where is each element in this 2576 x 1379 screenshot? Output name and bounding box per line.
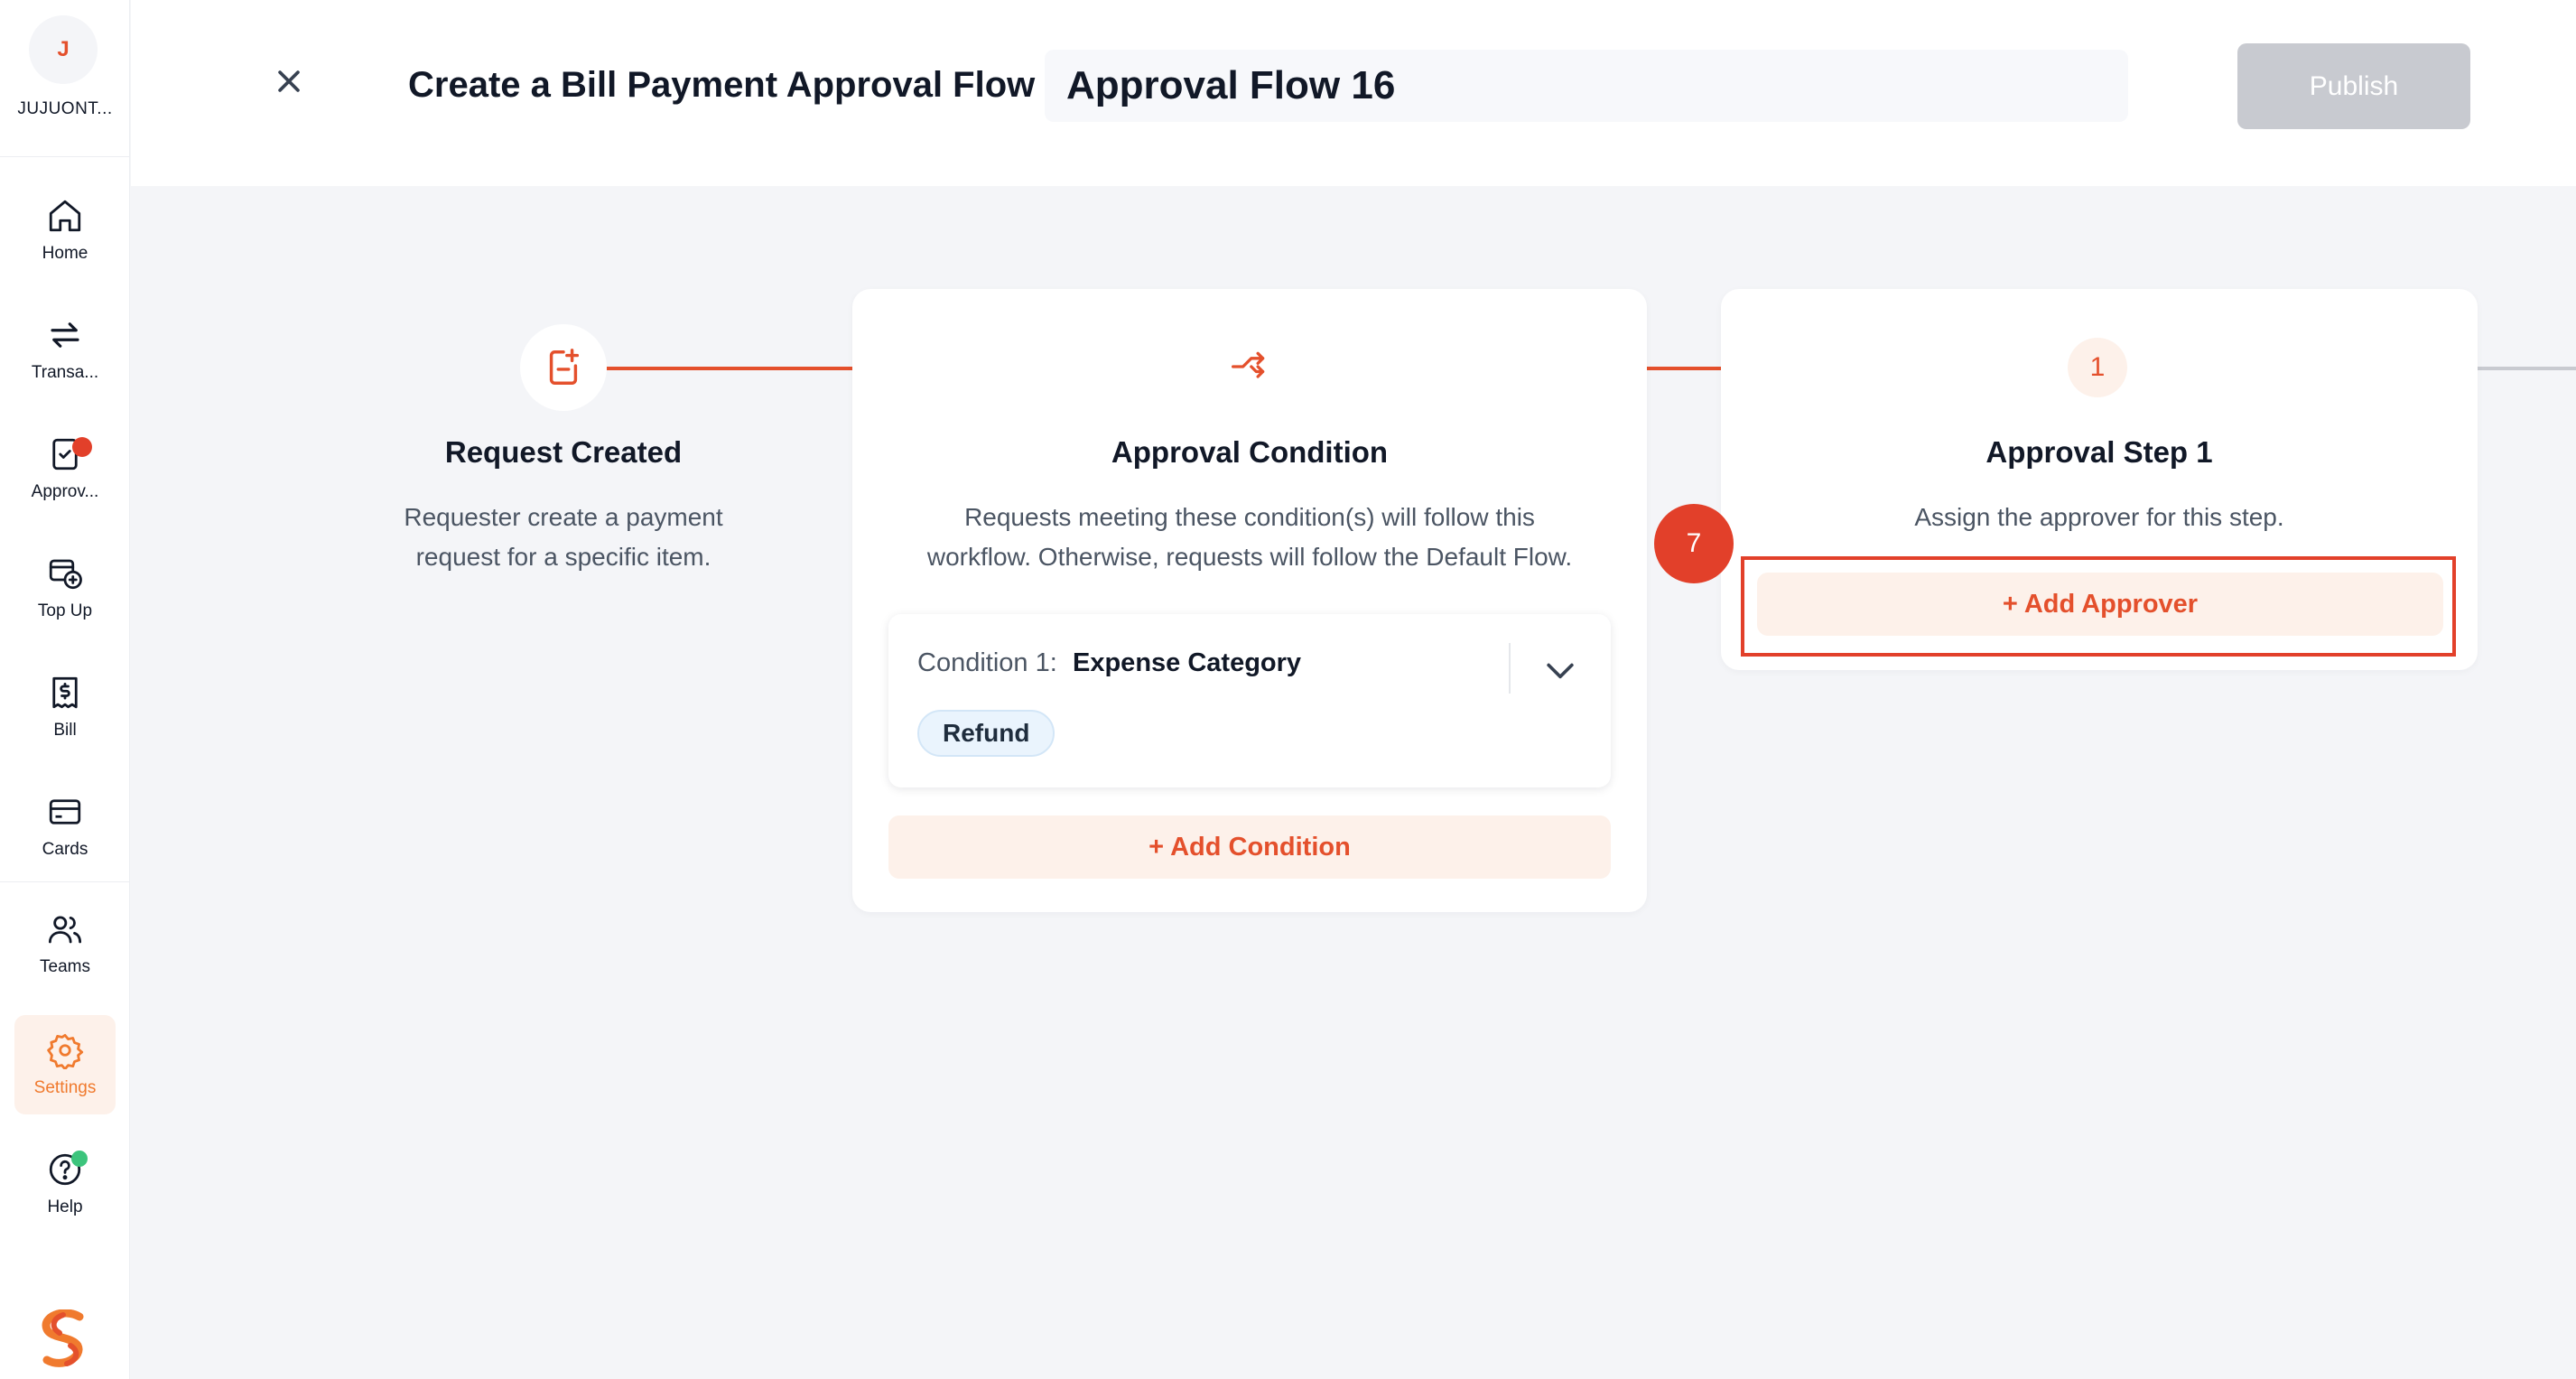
top-up-icon: [49, 559, 82, 590]
description-line: Requests meeting these condition(s) will…: [964, 503, 1535, 531]
sidebar-item-cards[interactable]: Cards: [14, 777, 116, 876]
sidebar-item-label: Teams: [40, 957, 90, 976]
transfer-arrows-icon: [51, 322, 79, 348]
status-dot: [71, 1151, 88, 1167]
sidebar-item-bill[interactable]: Bill: [14, 657, 116, 757]
sidebar-item-top-up[interactable]: Top Up: [14, 538, 116, 638]
request-created-icon-circle: [520, 324, 607, 411]
connector-line: [2478, 367, 2576, 370]
brand-logo-icon[interactable]: [36, 1309, 90, 1369]
sidebar-item-label: Bill: [53, 721, 77, 740]
page-header: Create a Bill Payment Approval Flow Publ…: [131, 0, 2576, 186]
card-icon: [49, 799, 81, 825]
request-created-description: Requester create a payment request for a…: [361, 498, 766, 577]
description-line: request for a specific item.: [415, 543, 711, 571]
condition-divider: [1509, 643, 1511, 694]
account-name: JUJUONT...: [17, 99, 113, 118]
sidebar: J JUJUONT... Home Transa... Approv... To…: [0, 0, 130, 1379]
teams-icon: [48, 916, 82, 944]
condition-row[interactable]: Condition 1: Expense Category Refund: [888, 614, 1611, 787]
add-approver-button[interactable]: + Add Approver: [1757, 573, 2443, 636]
close-icon: [278, 70, 300, 92]
sidebar-item-label: Approv...: [31, 482, 99, 501]
sidebar-item-label: Settings: [33, 1078, 97, 1097]
sidebar-item-label: Top Up: [37, 601, 93, 620]
condition-label: Condition 1:: [917, 648, 1057, 677]
home-icon: [49, 200, 81, 232]
step-marker: 7: [1654, 504, 1734, 583]
approval-step-title: Approval Step 1: [1985, 435, 2213, 469]
close-button[interactable]: [271, 63, 307, 99]
description-line: workflow. Otherwise, requests will follo…: [926, 543, 1573, 571]
approval-step-description: Assign the approver for this step.: [1914, 503, 2284, 531]
condition-value-chip[interactable]: Refund: [917, 710, 1056, 757]
sidebar-item-approvals[interactable]: Approv...: [14, 419, 116, 518]
connector-line: [607, 367, 852, 370]
sidebar-item-teams[interactable]: Teams: [14, 894, 116, 993]
flow-name-input[interactable]: [1045, 50, 2128, 122]
sidebar-item-label: Help: [47, 1197, 83, 1216]
approval-condition-description: Requests meeting these condition(s) will…: [870, 498, 1629, 577]
description-line: Requester create a payment: [404, 503, 723, 531]
sidebar-divider: [0, 881, 130, 882]
request-created-title: Request Created: [444, 435, 683, 469]
sidebar-item-label: Cards: [42, 840, 88, 859]
connector-line: [1647, 367, 1721, 370]
sidebar-item-help[interactable]: Help: [14, 1134, 116, 1234]
chevron-down-icon[interactable]: [1540, 650, 1580, 690]
step-number-badge: 1: [2068, 338, 2127, 397]
approval-condition-title: Approval Condition: [1111, 435, 1389, 469]
bill-receipt-icon: [52, 676, 78, 709]
sidebar-item-label: Home: [42, 244, 88, 263]
gear-icon: [47, 1033, 84, 1069]
notification-dot: [72, 437, 92, 457]
sidebar-item-settings[interactable]: Settings: [14, 1015, 116, 1114]
sidebar-item-home[interactable]: Home: [14, 181, 116, 280]
account-avatar[interactable]: J: [29, 15, 98, 84]
sidebar-item-label: Transa...: [31, 363, 99, 382]
condition-field: Expense Category: [1073, 648, 1302, 677]
branch-arrows-icon: [1232, 351, 1265, 378]
add-condition-button[interactable]: + Add Condition: [888, 815, 1611, 879]
add-document-icon: [549, 349, 580, 385]
publish-button[interactable]: Publish: [2237, 43, 2470, 129]
page-title: Create a Bill Payment Approval Flow: [408, 65, 1036, 105]
account-switcher[interactable]: J JUJUONT...: [0, 0, 130, 157]
sidebar-item-transactions[interactable]: Transa...: [14, 300, 116, 399]
